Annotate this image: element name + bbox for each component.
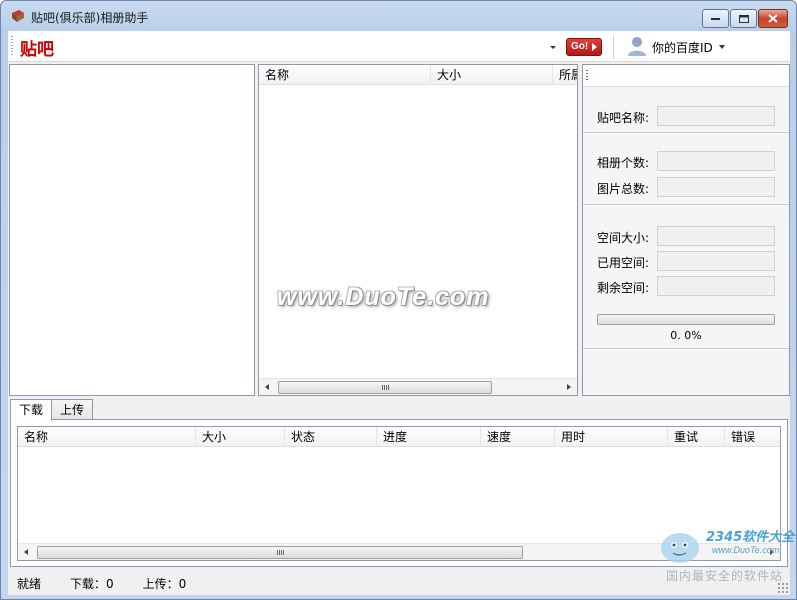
info-divider (583, 348, 789, 350)
slogan-watermark: 国内最安全的软件站 (666, 569, 784, 583)
column-header-elapsed[interactable]: 用时 (555, 427, 668, 447)
column-header-error[interactable]: 错误 (725, 427, 780, 447)
maximize-icon (738, 14, 749, 23)
status-ready: 就绪 (17, 576, 42, 591)
photo-total-label: 图片总数: (597, 182, 650, 196)
album-list-hscrollbar[interactable] (259, 378, 577, 395)
minimize-button[interactable] (702, 9, 729, 28)
column-header-retry[interactable]: 重试 (668, 427, 725, 447)
tieba-info-panel: 贴吧名称: 相册个数: 图片总数: 空间大小: 已用空间: 剩余空间: 0. 0… (582, 64, 790, 396)
scroll-left-icon[interactable] (24, 549, 28, 555)
maximize-button[interactable] (730, 9, 757, 28)
brand-watermark: 2345软件大全 (706, 530, 795, 545)
status-download-count: 下载：0 (70, 576, 114, 591)
tieba-name-label: 贴吧名称: (597, 111, 650, 125)
client-area: 贴吧 Go! 你的百度ID 名称 大小 所属 (8, 31, 790, 595)
scroll-thumb[interactable] (278, 381, 492, 394)
album-list-header: 名称 大小 所属 (259, 65, 577, 85)
column-header-progress[interactable]: 进度 (377, 427, 481, 447)
used-space-label: 已用空间: (597, 256, 650, 270)
album-tree-panel[interactable] (9, 64, 255, 396)
app-window: 贴吧(俱乐部)相册助手 贴吧 Go! 你的百度ID 名称 大小 所 贴吧名称: … (0, 0, 797, 600)
column-header-owner[interactable]: 所属 (553, 65, 577, 85)
scroll-right-icon[interactable] (567, 384, 571, 390)
mascot-icon (661, 533, 699, 563)
free-space-label: 剩余空间: (597, 281, 650, 295)
space-size-label: 空间大小: (597, 231, 650, 245)
free-space-field (657, 276, 775, 296)
site-watermark-badge: 2345软件大全 www.DuoTe.com 国内最安全的软件站 (656, 522, 797, 600)
info-divider (583, 204, 789, 206)
space-usage-progress-bar (597, 314, 775, 325)
minimize-icon (711, 18, 720, 20)
transfer-tabs: 下载 上传 (10, 399, 94, 421)
column-header-size[interactable]: 大小 (196, 427, 285, 447)
scroll-left-icon[interactable] (265, 384, 269, 390)
url-watermark: www.DuoTe.com (712, 545, 780, 555)
task-list-header: 名称 大小 状态 进度 速度 用时 重试 错误 (18, 427, 780, 447)
album-count-label: 相册个数: (597, 156, 650, 170)
baidu-id-menu[interactable]: 你的百度ID (652, 39, 713, 56)
scroll-thumb[interactable] (37, 546, 523, 559)
album-count-field (657, 151, 775, 171)
window-title: 贴吧(俱乐部)相册助手 (31, 11, 149, 25)
title-bar[interactable]: 贴吧(俱乐部)相册助手 (1, 1, 796, 31)
user-avatar-icon[interactable] (627, 35, 647, 57)
album-app-icon (12, 10, 24, 22)
user-menu-caret-icon[interactable] (719, 45, 725, 49)
toolbar: 贴吧 Go! 你的百度ID (8, 31, 790, 62)
duote-watermark: www.DuoTe.com (277, 283, 490, 311)
toolbar-grip[interactable] (11, 36, 13, 57)
toolbar-separator (613, 35, 614, 59)
tab-upload[interactable]: 上传 (51, 399, 94, 420)
info-panel-header (583, 65, 789, 87)
used-space-field (657, 251, 775, 271)
column-header-status[interactable]: 状态 (285, 427, 377, 447)
column-header-size[interactable]: 大小 (431, 65, 553, 85)
column-header-name[interactable]: 名称 (259, 65, 431, 85)
column-header-speed[interactable]: 速度 (481, 427, 555, 447)
info-divider (583, 132, 789, 134)
play-arrow-icon (592, 43, 597, 51)
tieba-name-field (657, 106, 775, 126)
tieba-logo: 贴吧 (20, 40, 54, 60)
go-button[interactable]: Go! (566, 38, 602, 56)
tab-download[interactable]: 下载 (10, 399, 53, 421)
close-icon (768, 14, 778, 23)
go-button-label: Go! (571, 41, 589, 52)
photo-total-field (657, 177, 775, 197)
column-header-name[interactable]: 名称 (18, 427, 196, 447)
status-upload-count: 上传：0 (142, 576, 187, 591)
space-usage-percent: 0. 0% (670, 329, 702, 342)
tieba-dropdown-arrow-icon[interactable] (548, 42, 558, 52)
album-list-panel[interactable]: 名称 大小 所属 (258, 64, 578, 396)
grip-icon (586, 70, 588, 82)
space-size-field (657, 226, 775, 246)
close-button[interactable] (758, 9, 788, 28)
